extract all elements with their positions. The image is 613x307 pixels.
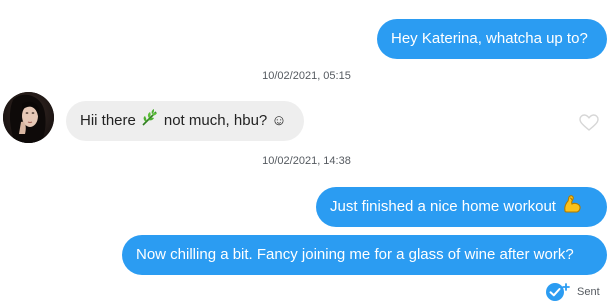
message-text: Hii there [80,112,136,129]
message-bubble-outgoing[interactable]: Now chilling a bit. Fancy joining me for… [122,235,607,275]
message-text: Hey Katerina, whatcha up to? [391,30,588,47]
message-text: Now chilling a bit. Fancy joining me for… [136,246,574,263]
avatar-photo [3,92,54,143]
message-text: Just finished a nice home workout [330,198,556,215]
flexed-biceps-icon [562,194,582,220]
heart-outline-icon[interactable] [579,114,599,132]
message-text: not much, hbu? ☺ [163,112,287,129]
message-status: Sent [545,282,600,302]
message-bubble-outgoing[interactable]: Just finished a nice home workout [316,187,607,227]
message-timestamp: 10/02/2021, 14:38 [262,155,351,167]
sent-check-icon [546,283,570,301]
herb-icon [140,108,160,134]
message-bubble-incoming[interactable]: Hii there not much, hbu? ☺ [66,101,304,141]
sent-label: Sent [577,286,600,298]
message-bubble-outgoing[interactable]: Hey Katerina, whatcha up to? [377,19,607,59]
message-timestamp: 10/02/2021, 05:15 [262,70,351,82]
avatar[interactable] [3,92,54,143]
